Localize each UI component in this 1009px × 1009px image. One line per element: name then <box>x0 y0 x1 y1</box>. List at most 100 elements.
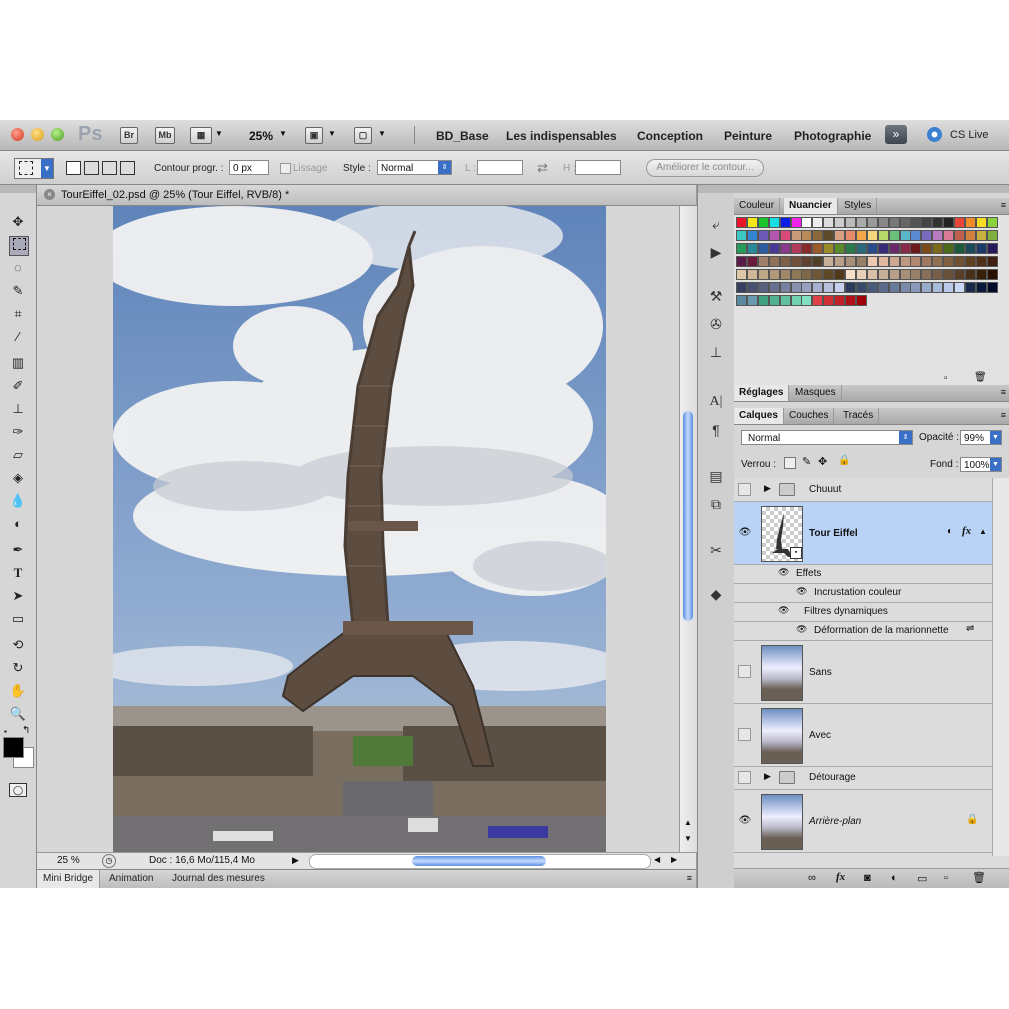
eye-icon[interactable]: 👁 <box>778 567 789 578</box>
color-swatch[interactable] <box>823 295 835 306</box>
color-swatch[interactable] <box>899 217 911 228</box>
expand-triangle-icon[interactable]: ▶ <box>764 483 771 494</box>
add-mask-icon[interactable]: ◙ <box>864 872 871 884</box>
color-swatch[interactable] <box>823 243 835 254</box>
color-swatch[interactable] <box>932 243 944 254</box>
subtract-selection-icon[interactable] <box>102 161 117 175</box>
color-swatch[interactable] <box>779 256 791 267</box>
color-swatch[interactable] <box>986 256 998 267</box>
color-swatch[interactable] <box>768 217 780 228</box>
color-swatch[interactable] <box>736 217 747 228</box>
layer-group-chuuut[interactable]: ▶ Chuuut <box>734 478 992 502</box>
default-colors-icon[interactable]: ▪ <box>4 727 7 736</box>
color-swatch[interactable] <box>866 217 878 228</box>
new-adjustment-icon[interactable]: ◐ <box>891 872 898 884</box>
status-menu-icon[interactable]: ▶ <box>292 855 299 866</box>
layer-comps-icon[interactable]: ⧉ <box>706 495 726 513</box>
intersect-selection-icon[interactable] <box>120 161 135 175</box>
healing-brush-icon[interactable]: ▥ <box>9 354 27 372</box>
new-selection-icon[interactable] <box>66 161 81 175</box>
color-swatch[interactable] <box>866 256 878 267</box>
color-swatch[interactable] <box>790 269 802 280</box>
brush-icon[interactable]: ✇ <box>706 315 726 333</box>
color-swatch[interactable] <box>768 256 780 267</box>
add-style-icon[interactable]: fx <box>836 871 845 883</box>
zoom-button[interactable] <box>51 128 64 141</box>
workspace-conception[interactable]: Conception <box>637 129 703 143</box>
cs-live-icon[interactable] <box>927 127 942 142</box>
scroll-thumb[interactable] <box>683 411 693 621</box>
color-swatch[interactable] <box>757 269 769 280</box>
lock-pixels-icon[interactable]: ✎ <box>802 455 811 468</box>
color-swatch[interactable] <box>801 217 813 228</box>
brush-tool-icon[interactable]: ✐ <box>9 377 27 395</box>
color-swatch[interactable] <box>834 256 846 267</box>
new-layer-icon[interactable]: ▫ <box>944 872 948 884</box>
h-scroll-thumb[interactable] <box>412 856 546 866</box>
color-swatch[interactable] <box>812 217 824 228</box>
workspace-peinture[interactable]: Peinture <box>724 129 772 143</box>
color-swatch[interactable] <box>801 243 813 254</box>
blend-mode-select[interactable]: Normal ⇕ <box>741 430 913 445</box>
color-swatch[interactable] <box>964 269 976 280</box>
color-swatch[interactable] <box>823 230 835 241</box>
color-swatch[interactable] <box>768 282 780 293</box>
color-swatch[interactable] <box>779 269 791 280</box>
color-swatch[interactable] <box>779 295 791 306</box>
color-swatch[interactable] <box>757 282 769 293</box>
color-swatch[interactable] <box>954 217 965 228</box>
color-swatch[interactable] <box>954 282 965 293</box>
expand-triangle-icon[interactable]: ▶ <box>764 771 771 782</box>
more-workspaces-button[interactable]: » <box>885 125 907 144</box>
color-swatch[interactable] <box>910 282 922 293</box>
color-swatch[interactable] <box>910 230 922 241</box>
color-swatch[interactable] <box>779 243 791 254</box>
color-swatch[interactable] <box>812 269 824 280</box>
tab-nuancier[interactable]: Nuancier <box>784 198 838 214</box>
panel-menu-icon[interactable]: ≡ <box>1001 410 1006 420</box>
dodge-tool-icon[interactable]: ◐ <box>9 515 27 533</box>
color-swatch[interactable] <box>943 243 955 254</box>
view-extras-button[interactable]: ▦ <box>190 127 212 144</box>
history-icon[interactable]: ⤶ <box>706 215 726 233</box>
color-swatch[interactable] <box>899 256 911 267</box>
color-swatch[interactable] <box>975 217 987 228</box>
color-swatch[interactable] <box>954 230 965 241</box>
layer-tour-eiffel[interactable]: 👁 ▪ Tour Eiffel ◐ fx ▲ <box>734 502 992 565</box>
layer-group-detourage[interactable]: ▶ Détourage <box>734 767 992 790</box>
scroll-right-icon[interactable]: ▶ <box>671 855 677 864</box>
type-tool-icon[interactable]: T <box>9 564 27 582</box>
smart-filters-row[interactable]: 👁 Filtres dynamiques <box>734 603 992 622</box>
color-swatch[interactable] <box>888 217 900 228</box>
color-swatch[interactable] <box>757 230 769 241</box>
color-swatch[interactable] <box>855 256 867 267</box>
lock-transparency-icon[interactable] <box>784 457 796 469</box>
antialias-checkbox[interactable] <box>280 163 291 174</box>
quick-mask-icon[interactable]: ◯ <box>9 783 27 797</box>
color-swatch[interactable] <box>812 256 824 267</box>
color-swatch[interactable] <box>932 256 944 267</box>
eye-icon[interactable]: 👁 <box>738 814 752 828</box>
zoom-level-menu[interactable]: 25% <box>249 129 273 143</box>
color-swatch[interactable] <box>855 269 867 280</box>
color-swatch[interactable] <box>954 269 965 280</box>
refine-edge-button[interactable]: Améliorer le contour... <box>646 159 764 177</box>
tab-traces[interactable]: Tracés <box>838 408 880 424</box>
effects-row[interactable]: 👁 Effets <box>734 565 992 584</box>
color-swatch[interactable] <box>845 295 856 306</box>
color-swatch[interactable] <box>746 269 758 280</box>
paint-bucket-icon[interactable]: ◈ <box>9 469 27 487</box>
paragraph-icon[interactable]: ¶ <box>706 421 726 439</box>
color-swatch[interactable] <box>746 230 758 241</box>
color-swatch[interactable] <box>866 269 878 280</box>
color-swatch[interactable] <box>855 217 867 228</box>
color-swatch[interactable] <box>964 282 976 293</box>
color-swatch[interactable] <box>921 256 933 267</box>
eye-icon[interactable]: 👁 <box>796 624 807 635</box>
tab-journal-mesures[interactable]: Journal des mesures <box>172 873 265 884</box>
color-swatch[interactable] <box>845 230 856 241</box>
color-swatch[interactable] <box>779 230 791 241</box>
color-swatch[interactable] <box>834 217 846 228</box>
color-swatch[interactable] <box>790 243 802 254</box>
color-swatch[interactable] <box>888 282 900 293</box>
